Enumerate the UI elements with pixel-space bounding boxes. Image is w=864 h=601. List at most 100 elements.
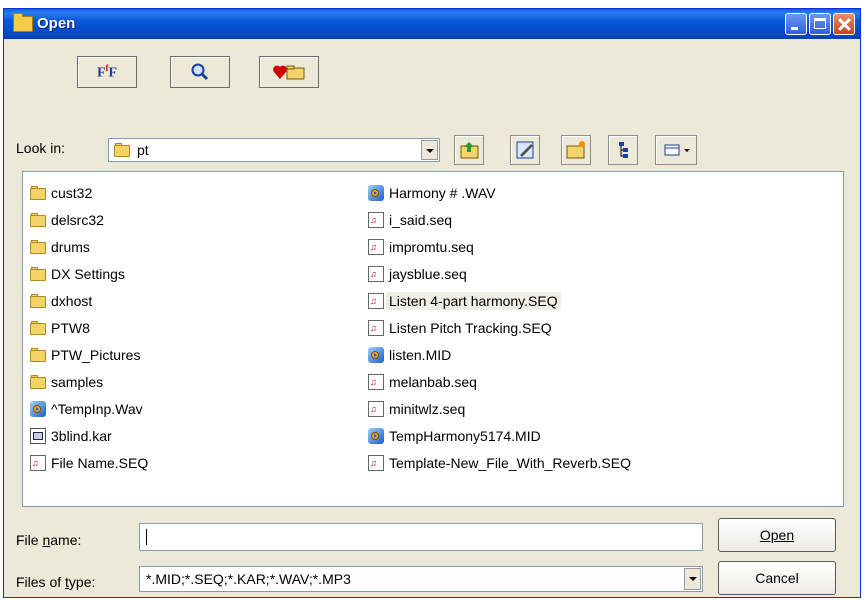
file-item-name: drums	[51, 238, 90, 255]
file-item[interactable]: TempHarmony5174.MID	[368, 422, 634, 449]
favorites-button[interactable]	[259, 56, 319, 88]
file-item[interactable]: samples	[30, 368, 151, 395]
file-item[interactable]: DX Settings	[30, 260, 151, 287]
file-list[interactable]: cust32 delsrc32 drums DX Settings dxhost PTW8…	[22, 171, 844, 507]
file-item[interactable]: Harmony # .WAV	[368, 179, 634, 206]
details-view-button[interactable]	[608, 135, 638, 165]
zoom-button[interactable]	[170, 56, 230, 88]
file-item[interactable]: ♫ File Name.SEQ	[30, 449, 151, 476]
font-button[interactable]: FfF	[77, 56, 137, 88]
chevron-down-icon[interactable]	[684, 568, 701, 590]
folder-icon	[13, 13, 33, 32]
media-file-icon	[368, 184, 384, 201]
file-type-label: Files of type:	[16, 574, 96, 590]
chevron-down-icon[interactable]	[421, 140, 438, 160]
file-item-name: Listen 4-part harmony.SEQ	[386, 291, 561, 310]
seq-file-icon: ♫	[368, 238, 384, 255]
minimize-button[interactable]	[785, 13, 807, 35]
file-item[interactable]: ♫ impromtu.seq	[368, 233, 634, 260]
kar-file-icon	[30, 427, 46, 444]
file-list-column-right: Harmony # .WAV ♫ i_said.seq ♫ impromtu.seq ♫ j…	[368, 179, 634, 476]
close-button[interactable]	[833, 13, 855, 35]
edit-button[interactable]	[510, 135, 540, 165]
file-list-column-left: cust32 delsrc32 drums DX Settings dxhost PTW8…	[30, 179, 151, 476]
file-item-name: File Name.SEQ	[51, 454, 149, 471]
file-item[interactable]: cust32	[30, 179, 151, 206]
font-icon: FfF	[96, 62, 118, 81]
new-folder-icon	[566, 141, 585, 159]
open-button[interactable]: Open	[718, 518, 836, 552]
file-item-name: melanbab.seq	[389, 373, 477, 390]
file-item[interactable]: delsrc32	[30, 206, 151, 233]
up-one-level-button[interactable]	[454, 135, 484, 165]
file-item-name: Listen Pitch Tracking.SEQ	[389, 319, 552, 336]
folder-icon	[30, 239, 46, 255]
file-item[interactable]: dxhost	[30, 287, 151, 314]
seq-file-icon: ♫	[30, 454, 46, 471]
file-item[interactable]: listen.MID	[368, 341, 634, 368]
file-item-name: 3blind.kar	[51, 427, 112, 444]
text-cursor	[146, 529, 147, 545]
seq-file-icon: ♫	[368, 373, 384, 390]
seq-file-icon: ♫	[368, 400, 384, 417]
file-item-name: DX Settings	[51, 265, 125, 282]
file-item-name: minitwlz.seq	[389, 400, 466, 417]
file-item[interactable]: ♫ melanbab.seq	[368, 368, 634, 395]
pencil-icon	[516, 141, 534, 159]
folder-icon	[30, 185, 46, 201]
folder-icon	[30, 320, 46, 336]
open-button-label: Open	[759, 527, 795, 543]
seq-file-icon: ♫	[368, 454, 384, 471]
open-dialog: Open FfF Look in: pt cust32 delsrc32 drums…	[3, 8, 861, 598]
file-item-name: listen.MID	[389, 346, 452, 363]
folder-icon	[30, 374, 46, 390]
cancel-button-label: Cancel	[755, 570, 799, 586]
file-item-name: Template-New_File_With_Reverb.SEQ	[389, 454, 631, 471]
file-item-name: impromtu.seq	[389, 238, 474, 255]
seq-file-icon: ♫	[368, 319, 384, 336]
file-item-name: jaysblue.seq	[389, 265, 467, 282]
folder-icon	[30, 212, 46, 228]
file-item-name: delsrc32	[51, 211, 104, 228]
file-item[interactable]: PTW8	[30, 314, 151, 341]
folder-icon	[30, 293, 46, 309]
magnifier-icon	[191, 63, 209, 81]
file-type-combo[interactable]: *.MID;*.SEQ;*.KAR;*.WAV;*.MP3	[139, 566, 703, 592]
look-in-combo[interactable]: pt	[108, 138, 440, 162]
cancel-button[interactable]: Cancel	[718, 561, 836, 595]
view-menu-button[interactable]	[655, 135, 697, 165]
file-item[interactable]: ♫ minitwlz.seq	[368, 395, 634, 422]
new-folder-button[interactable]	[561, 135, 591, 165]
file-item[interactable]: PTW_Pictures	[30, 341, 151, 368]
file-item[interactable]: ^TempInp.Wav	[30, 395, 151, 422]
tree-view-icon	[619, 142, 628, 158]
file-item-name: ^TempInp.Wav	[51, 400, 143, 417]
media-file-icon	[30, 400, 46, 417]
file-name-input[interactable]	[139, 523, 703, 551]
file-item[interactable]: ♫ Listen 4-part harmony.SEQ	[368, 287, 634, 314]
folder-icon	[30, 347, 46, 363]
look-in-value: pt	[137, 142, 149, 158]
file-item[interactable]: 3blind.kar	[30, 422, 151, 449]
view-menu-icon	[664, 144, 690, 156]
up-folder-icon	[460, 142, 479, 159]
file-item[interactable]: ♫ Listen Pitch Tracking.SEQ	[368, 314, 634, 341]
seq-file-icon: ♫	[368, 211, 384, 228]
file-item[interactable]: drums	[30, 233, 151, 260]
folder-icon	[114, 142, 130, 158]
maximize-button[interactable]	[809, 13, 831, 35]
file-name-label: File name:	[16, 532, 82, 548]
file-item-name: samples	[51, 373, 104, 390]
file-item[interactable]: ♫ Template-New_File_With_Reverb.SEQ	[368, 449, 634, 476]
seq-file-icon: ♫	[368, 292, 384, 309]
folder-icon	[30, 266, 46, 282]
file-item[interactable]: ♫ jaysblue.seq	[368, 260, 634, 287]
file-item-name: cust32	[51, 184, 93, 201]
seq-file-icon: ♫	[368, 265, 384, 282]
file-item-name: PTW_Pictures	[51, 346, 141, 363]
file-item-name: TempHarmony5174.MID	[389, 427, 541, 444]
media-file-icon	[368, 427, 384, 444]
file-item[interactable]: ♫ i_said.seq	[368, 206, 634, 233]
file-item-name: Harmony # .WAV	[389, 184, 496, 201]
title-bar[interactable]: Open	[4, 9, 860, 39]
